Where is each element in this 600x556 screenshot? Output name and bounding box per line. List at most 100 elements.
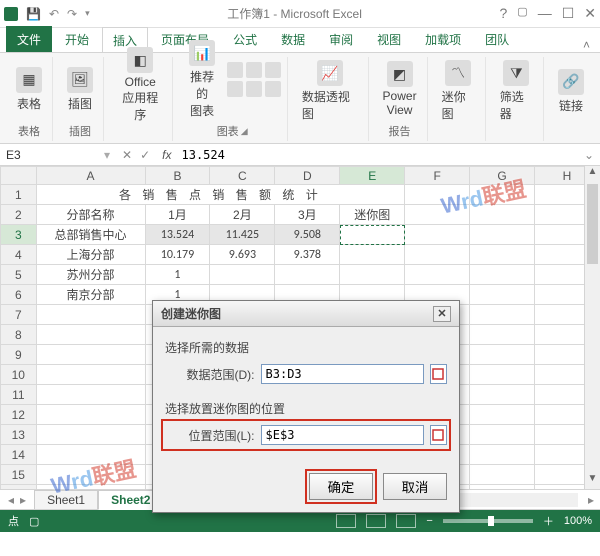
cell[interactable]: 苏州分部 — [36, 265, 145, 285]
cell[interactable] — [36, 345, 145, 365]
enter-formula-icon[interactable]: ✓ — [140, 148, 150, 162]
cell[interactable]: 1月 — [145, 205, 210, 225]
cell[interactable] — [405, 205, 470, 225]
cell[interactable]: 南京分部 — [36, 285, 145, 305]
cell[interactable] — [405, 225, 470, 245]
formula-input[interactable] — [176, 146, 578, 164]
links-button[interactable]: 🔗链接 — [554, 67, 588, 116]
maximize-icon[interactable]: ☐ — [562, 5, 575, 22]
row-header[interactable]: 15 — [1, 465, 37, 485]
col-header[interactable]: B — [145, 167, 210, 185]
tab-file[interactable]: 文件 — [6, 26, 52, 52]
cell[interactable] — [470, 325, 535, 345]
cell[interactable]: 2月 — [210, 205, 275, 225]
cell[interactable] — [470, 405, 535, 425]
filters-button[interactable]: ⧩筛选器 — [496, 58, 537, 124]
cell[interactable]: 各 销 售 点 销 售 额 统 计 — [36, 185, 405, 205]
help-icon[interactable]: ? — [500, 5, 508, 22]
col-header[interactable]: C — [210, 167, 275, 185]
cancel-button[interactable]: 取消 — [383, 473, 447, 500]
tab-view[interactable]: 视图 — [366, 26, 412, 52]
row-header[interactable]: 6 — [1, 285, 37, 305]
cell[interactable] — [36, 365, 145, 385]
cell[interactable] — [470, 365, 535, 385]
expand-formula-bar-icon[interactable]: ⌄ — [578, 148, 600, 162]
cell[interactable] — [470, 445, 535, 465]
cell[interactable] — [470, 345, 535, 365]
row-header[interactable]: 10 — [1, 365, 37, 385]
cell[interactable] — [36, 425, 145, 445]
fx-icon[interactable]: fx — [158, 148, 175, 162]
vertical-scrollbar[interactable]: ▲ ▼ — [584, 166, 600, 489]
cell[interactable] — [36, 325, 145, 345]
pivotchart-button[interactable]: 📈数据透视图 — [298, 58, 362, 124]
powerview-button[interactable]: ◩Power View — [379, 59, 421, 119]
row-header[interactable]: 9 — [1, 345, 37, 365]
row-header[interactable]: 5 — [1, 265, 37, 285]
row-header[interactable]: 3 — [1, 225, 37, 245]
hscroll-right-icon[interactable]: ▸ — [582, 493, 600, 507]
cell[interactable] — [470, 185, 535, 205]
cell[interactable] — [340, 245, 405, 265]
macro-record-icon[interactable]: ▢ — [29, 515, 39, 528]
cell[interactable]: 13.524 — [145, 225, 210, 245]
cell[interactable] — [470, 225, 535, 245]
col-header[interactable]: A — [36, 167, 145, 185]
office-apps-button[interactable]: ◧Office 应用程序 — [114, 45, 166, 125]
row-header[interactable]: 8 — [1, 325, 37, 345]
cell[interactable] — [470, 465, 535, 485]
sheet-nav-next-icon[interactable]: ▸ — [20, 493, 26, 507]
cell[interactable] — [36, 405, 145, 425]
minimize-icon[interactable]: — — [538, 5, 552, 22]
row-header[interactable]: 7 — [1, 305, 37, 325]
sheet-tab[interactable]: Sheet1 — [34, 490, 98, 509]
chart-types-grid[interactable] — [227, 62, 281, 97]
namebox-dropdown-icon[interactable]: ▾ — [100, 148, 114, 162]
cell[interactable]: 3月 — [275, 205, 340, 225]
cell[interactable]: 10.179 — [145, 245, 210, 265]
zoom-slider[interactable] — [443, 519, 533, 523]
cell[interactable] — [36, 445, 145, 465]
row-header[interactable]: 4 — [1, 245, 37, 265]
collapse-ribbon-icon[interactable]: ˄ — [583, 38, 600, 52]
cell[interactable]: 9.378 — [275, 245, 340, 265]
scroll-up-icon[interactable]: ▲ — [585, 166, 600, 182]
select-all-corner[interactable] — [1, 167, 37, 185]
undo-icon[interactable]: ↶ — [49, 7, 59, 21]
tab-team[interactable]: 团队 — [474, 26, 520, 52]
cell[interactable] — [470, 265, 535, 285]
cell[interactable]: 1 — [145, 265, 210, 285]
col-header[interactable]: D — [275, 167, 340, 185]
sheet-nav-prev-icon[interactable]: ◂ — [8, 493, 14, 507]
cell[interactable] — [470, 305, 535, 325]
charts-launcher-icon[interactable]: ◢ — [241, 126, 248, 137]
row-header[interactable]: 14 — [1, 445, 37, 465]
scroll-down-icon[interactable]: ▼ — [585, 473, 600, 489]
cell[interactable]: 9.508 — [275, 225, 340, 245]
scroll-thumb[interactable] — [587, 184, 598, 264]
cell[interactable]: 上海分部 — [36, 245, 145, 265]
view-layout-icon[interactable] — [366, 514, 386, 528]
row-header[interactable]: 16 — [1, 485, 37, 491]
cell[interactable]: 迷你图 — [340, 205, 405, 225]
cell[interactable] — [470, 385, 535, 405]
cell[interactable] — [36, 485, 145, 491]
data-range-input[interactable] — [261, 364, 424, 384]
cell[interactable] — [36, 465, 145, 485]
name-box[interactable] — [0, 144, 100, 165]
view-normal-icon[interactable] — [336, 514, 356, 528]
cell[interactable] — [470, 425, 535, 445]
location-range-picker-icon[interactable] — [430, 425, 447, 445]
row-header[interactable]: 11 — [1, 385, 37, 405]
cell[interactable]: 分部名称 — [36, 205, 145, 225]
cell[interactable]: 9.693 — [210, 245, 275, 265]
zoom-in-icon[interactable]: ＋ — [543, 513, 554, 529]
ribbon-options-icon[interactable]: ▢ — [517, 5, 527, 22]
recommended-charts-button[interactable]: 📊推荐的 图表 — [183, 38, 220, 121]
sparklines-button[interactable]: 〽迷你图 — [438, 58, 479, 124]
col-header[interactable]: G — [470, 167, 535, 185]
cell[interactable] — [470, 245, 535, 265]
cell[interactable] — [275, 265, 340, 285]
row-header[interactable]: 12 — [1, 405, 37, 425]
tab-home[interactable]: 开始 — [54, 26, 100, 52]
